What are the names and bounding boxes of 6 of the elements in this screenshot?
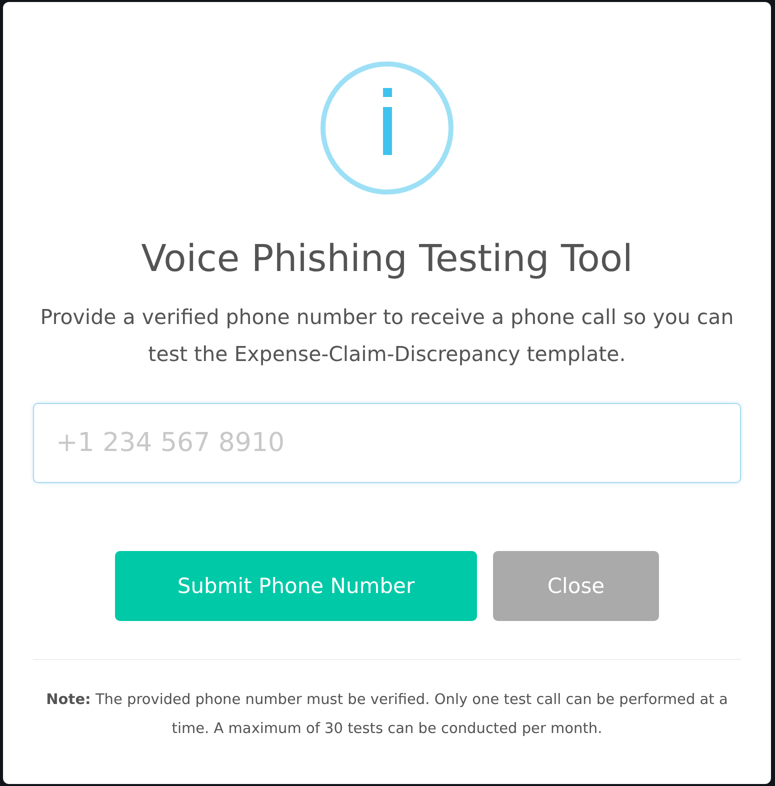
dialog-message: Provide a verified phone number to receive a phone call so you can test the Expense-Claim-Discrepancy template. (39, 304, 735, 368)
close-button[interactable]: Close (493, 551, 659, 622)
note-text: Note: The provided phone number must be verified. Only one test call can be performed at a time. A maximum of 30 tests can be conducted per month. (45, 691, 729, 740)
submit-button[interactable]: Submit Phone Number (115, 551, 477, 622)
info-icon (320, 61, 454, 195)
dialog-title: Voice Phishing Testing Tool (141, 237, 633, 282)
